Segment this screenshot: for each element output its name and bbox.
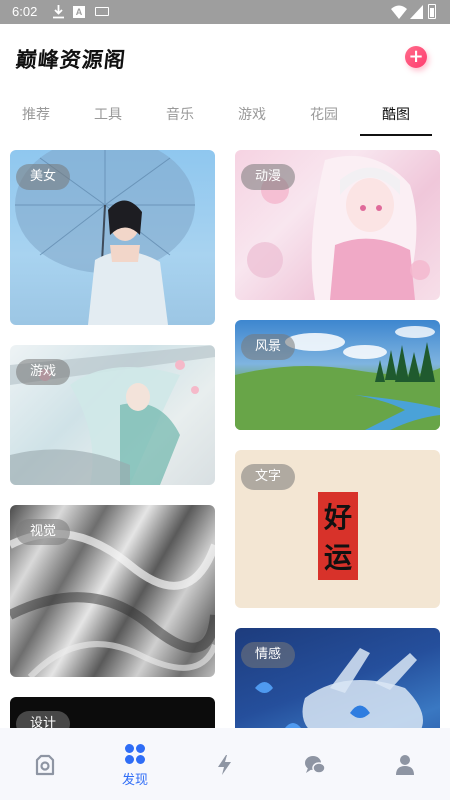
calligraphy-char: 好 [323, 501, 352, 534]
card-label: 美女 [16, 164, 71, 190]
user-icon [396, 755, 414, 775]
card-label: 游戏 [16, 359, 71, 385]
card-label: 动漫 [241, 164, 296, 190]
category-card-scenery[interactable]: 风景 [235, 320, 440, 430]
camera-icon [35, 754, 55, 776]
status-bar: 6:02 A [0, 0, 450, 24]
add-button[interactable]: + [405, 46, 427, 68]
category-card-text[interactable]: 好 运 文字 [235, 450, 440, 608]
active-tab-indicator [360, 134, 432, 136]
card-label: 风景 [241, 334, 296, 360]
tab-recommend[interactable]: 推荐 [6, 104, 66, 124]
nav-label-discover: 发现 [121, 773, 148, 788]
grid-icon [125, 744, 145, 764]
signal-icon [410, 5, 423, 19]
category-tabs: 推荐 工具 音乐 游戏 花园 酷图 [0, 96, 450, 136]
tab-garden[interactable]: 花园 [294, 104, 354, 124]
nav-item-discover[interactable]: 发现 [90, 728, 180, 800]
tab-tools[interactable]: 工具 [78, 104, 138, 124]
card-label: 文字 [241, 464, 296, 490]
a-notification-icon: A [73, 6, 85, 18]
category-card-anime[interactable]: 动漫 [235, 150, 440, 300]
plus-icon: + [408, 46, 424, 67]
tab-music[interactable]: 音乐 [150, 104, 210, 124]
card-label: 情感 [241, 642, 296, 668]
good-fortune-calligraphy: 好 运 [318, 492, 358, 580]
keyboard-icon [95, 7, 109, 16]
category-card-game[interactable]: 游戏 [10, 345, 215, 485]
bottom-navigation: 发现 [0, 728, 450, 800]
chat-icon [305, 756, 326, 774]
category-card-beauty[interactable]: 美女 [10, 150, 215, 325]
tab-cool-pictures[interactable]: 酷图 [366, 104, 426, 124]
card-label: 视觉 [16, 519, 71, 545]
status-time: 6:02 [12, 4, 38, 19]
battery-icon [428, 4, 436, 19]
nav-item-flash[interactable] [180, 728, 270, 800]
download-icon [53, 5, 64, 19]
nav-item-profile[interactable] [360, 728, 450, 800]
nav-item-home[interactable] [0, 728, 90, 800]
calligraphy-char: 运 [323, 541, 352, 574]
category-card-visual[interactable]: 视觉 [10, 505, 215, 677]
app-title: 巅峰资源阁 [14, 47, 128, 72]
nav-item-messages[interactable] [270, 728, 360, 800]
tab-games[interactable]: 游戏 [222, 104, 282, 124]
lightning-icon [218, 755, 231, 775]
wifi-icon [391, 5, 407, 19]
